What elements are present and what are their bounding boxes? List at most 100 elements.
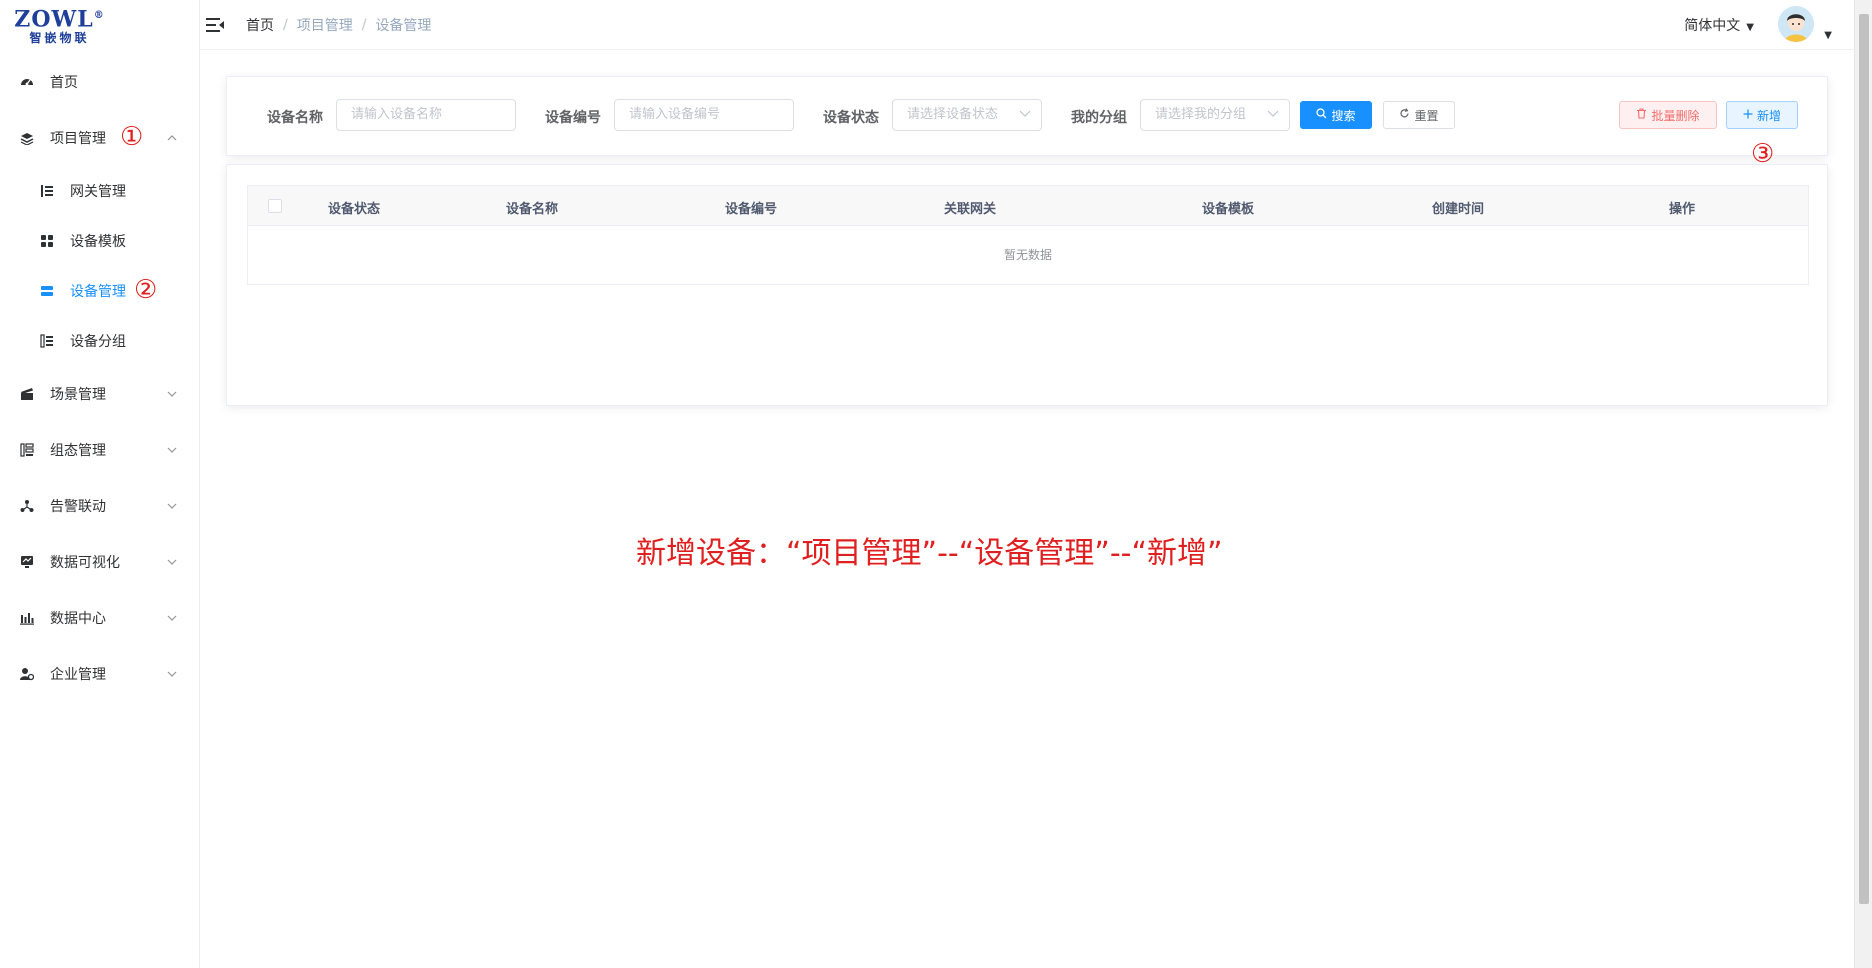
group-label: 我的分组 [1071,110,1127,126]
column-header-created[interactable]: 创建时间 [1432,198,1484,217]
bar-chart-icon [20,611,34,625]
layers-icon [20,131,34,145]
device-no-placeholder: 请输入设备编号 [629,107,721,122]
sidebar-item-configuration[interactable]: 组态管理 [0,422,199,478]
config-icon [20,443,34,457]
chevron-down-icon [167,389,177,400]
share-icon [20,499,34,513]
select-all-checkbox[interactable] [268,199,282,213]
breadcrumb-home[interactable]: 首页 [246,15,274,35]
search-button[interactable]: 搜索 [1300,101,1372,129]
instruction-annotation: 新增设备：“项目管理”--“设备管理”--“新增” [636,536,1223,571]
logo[interactable]: ZOWL® 智嵌物联 [0,0,199,50]
dashboard-icon [20,75,34,89]
sidebar-item-device-management[interactable]: 设备管理 ② [0,266,199,316]
chevron-down-icon [167,501,177,512]
sidebar-item-label: 告警联动 [50,499,106,515]
chevron-down-icon [1267,100,1279,130]
search-button-label: 搜索 [1331,108,1356,123]
group-select[interactable]: 请选择我的分组 [1140,99,1290,131]
sidebar-item-label: 数据可视化 [50,555,120,571]
sidebar-item-label: 设备管理 [70,284,126,300]
sidebar-item-scene[interactable]: 场景管理 [0,366,199,422]
sidebar-item-device-template[interactable]: 设备模板 [0,216,199,266]
sidebar-item-gateway[interactable]: 网关管理 [0,166,199,216]
device-table: 设备状态 设备名称 设备编号 关联网关 设备模板 创建时间 操作 暂无数据 [247,185,1809,285]
search-icon [1316,108,1327,122]
batch-delete-label: 批量删除 [1651,108,1700,123]
grid-icon [40,234,54,248]
chevron-up-icon [167,133,177,144]
sidebar-menu: 首页 项目管理 ① 网关管理 设备模板 设备管理 ② 设备分组 场景管理 组态管… [0,50,199,702]
language-label: 简体中文 [1684,18,1741,34]
column-header-number[interactable]: 设备编号 [725,198,777,217]
device-no-label: 设备编号 [545,110,601,126]
sidebar-item-device-group[interactable]: 设备分组 [0,316,199,366]
sidebar-item-label: 首页 [50,75,78,91]
breadcrumb-project: 项目管理 [296,17,353,34]
column-header-actions: 操作 [1668,202,1696,217]
sidebar-item-label: 项目管理 [50,131,106,147]
chevron-down-icon [167,669,177,680]
sidebar-item-home[interactable]: 首页 [0,54,199,110]
column-header-status[interactable]: 设备状态 [328,198,380,217]
annotation-step-1: ① [120,122,144,152]
group-placeholder: 请选择我的分组 [1155,107,1247,122]
table-empty-text: 暂无数据 [1003,248,1052,262]
sidebar-item-visualization[interactable]: 数据可视化 [0,534,199,590]
group-list-icon [40,334,54,348]
sidebar-item-label: 设备模板 [70,234,126,250]
add-device-button[interactable]: 新增 [1726,101,1798,129]
sidebar-item-data-center[interactable]: 数据中心 [0,590,199,646]
column-header-template[interactable]: 设备模板 [1202,198,1254,217]
batch-delete-button[interactable]: 批量删除 [1619,101,1717,129]
device-table-card: 设备状态 设备名称 设备编号 关联网关 设备模板 创建时间 操作 暂无数据 [226,164,1828,406]
device-status-select[interactable]: 请选择设备状态 [892,99,1042,131]
search-form: 设备名称 请输入设备名称 设备编号 请输入设备编号 设备状态 请选择设备状态 我… [226,76,1828,167]
chevron-down-icon [167,557,177,568]
sidebar-item-label: 设备分组 [70,334,126,350]
device-status-label: 设备状态 [823,110,879,126]
column-header-gateway[interactable]: 关联网关 [944,198,996,217]
caret-down-icon[interactable]: ▼ [1824,30,1832,41]
device-name-input[interactable]: 请输入设备名称 [336,99,516,131]
sidebar-item-label: 场景管理 [50,387,106,403]
sidebar-item-label: 数据中心 [50,611,106,627]
monitor-icon [20,555,34,569]
language-selector[interactable]: 简体中文 ▼ [1684,15,1754,35]
device-status-placeholder: 请选择设备状态 [907,107,999,122]
trash-icon [1636,108,1647,122]
table-header: 设备状态 设备名称 设备编号 关联网关 设备模板 创建时间 操作 [248,186,1808,226]
avatar[interactable] [1778,6,1814,42]
caret-down-icon: ▼ [1746,22,1754,33]
menu-toggle-icon[interactable] [206,17,224,32]
logo-reg: ® [93,10,105,22]
reset-button-label: 重置 [1414,108,1439,123]
user-gear-icon [20,667,34,681]
breadcrumb: 首页 / 项目管理 / 设备管理 [246,15,432,35]
refresh-icon [1399,108,1410,122]
sidebar-item-label: 企业管理 [50,667,106,683]
reset-button[interactable]: 重置 [1383,101,1455,129]
sidebar-item-enterprise[interactable]: 企业管理 [0,646,199,702]
page-scrollbar[interactable] [1854,0,1872,968]
chevron-down-icon [167,445,177,456]
top-navbar: 首页 / 项目管理 / 设备管理 简体中文 ▼ ▼ [200,0,1854,50]
device-name-placeholder: 请输入设备名称 [351,107,443,122]
device-name-label: 设备名称 [267,110,323,126]
sidebar-item-project[interactable]: 项目管理 ① [0,110,199,166]
logo-subtitle: 智嵌物联 [29,30,90,45]
device-no-input[interactable]: 请输入设备编号 [614,99,794,131]
annotation-step-2: ② [134,275,158,305]
sidebar-item-label: 组态管理 [50,443,106,459]
tree-list-icon [40,184,54,198]
sidebar-item-label: 网关管理 [70,184,126,200]
sidebar-item-alarm[interactable]: 告警联动 [0,478,199,534]
logo-mark: ZOWL [14,6,94,33]
sidebar: ZOWL® 智嵌物联 首页 项目管理 ① 网关管理 设备模板 设备管理 ② 设备… [0,0,200,968]
chevron-down-icon [167,613,177,624]
column-header-name[interactable]: 设备名称 [506,198,558,217]
add-button-label: 新增 [1756,108,1781,123]
scrollbar-thumb[interactable] [1859,14,1869,904]
plus-icon [1743,108,1753,122]
